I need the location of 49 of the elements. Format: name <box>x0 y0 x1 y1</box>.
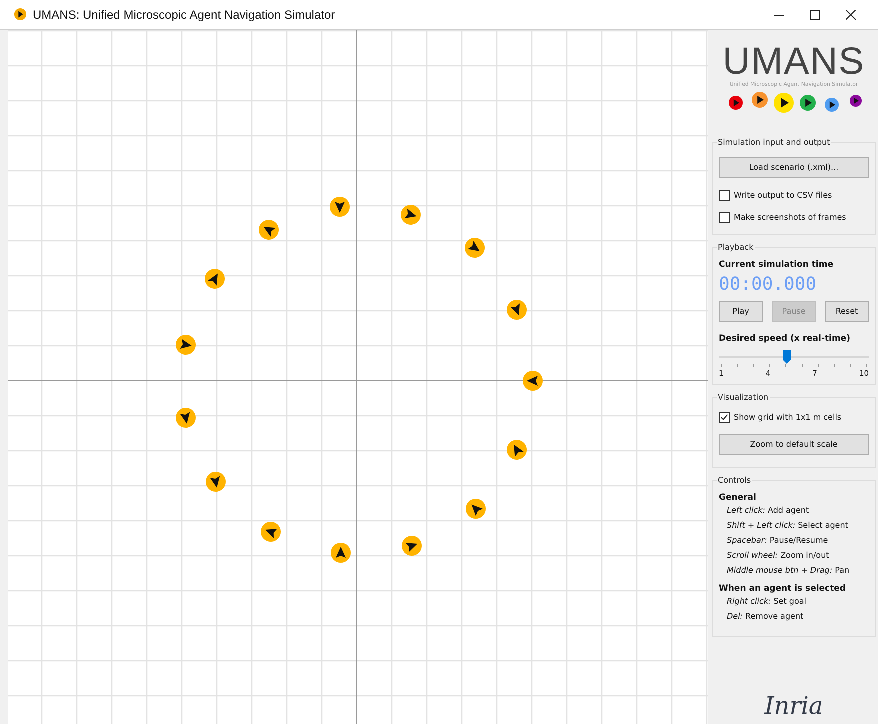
checkbox[interactable] <box>719 412 730 422</box>
agent-marker[interactable] <box>176 408 196 428</box>
maximize-icon[interactable] <box>810 10 820 20</box>
time-label: Current simulation time <box>719 260 834 270</box>
agent-marker[interactable] <box>330 197 350 217</box>
agent-marker[interactable] <box>331 543 351 563</box>
group-heading: Visualization <box>717 393 770 402</box>
logo-title: UMANS <box>722 42 866 82</box>
playback-button[interactable]: Play <box>719 301 763 322</box>
zoom-default-button[interactable]: Zoom to default scale <box>719 434 869 455</box>
speed-slider[interactable] <box>719 350 869 364</box>
checkbox-option[interactable]: Show grid with 1x1 m cells <box>719 406 869 428</box>
section-title: General <box>719 493 758 503</box>
group-heading: Controls <box>717 476 752 485</box>
shortcut-text: Scroll wheel: Zoom in/out <box>726 550 830 562</box>
window-title: UMANS: Unified Microscopic Agent Navigation Simulator <box>33 8 336 22</box>
agent-marker[interactable] <box>401 205 421 225</box>
agent-marker[interactable] <box>402 536 422 556</box>
shortcut-text: Middle mouse btn + Drag: Pan <box>726 565 851 577</box>
agent-marker[interactable] <box>507 300 527 320</box>
agent-marker[interactable] <box>259 220 279 240</box>
shortcut-text: Del: Remove agent <box>726 611 805 623</box>
shortcut-text: Spacebar: Pause/Resume <box>726 535 830 547</box>
shortcut-text: Shift + Left click: Select agent <box>726 520 850 532</box>
group-heading: Simulation input and output <box>717 138 832 147</box>
checkbox[interactable] <box>719 212 730 222</box>
shortcut-text: Right click: Set goal <box>726 596 808 608</box>
agent-marker[interactable] <box>466 499 486 519</box>
inria-logo: Inria <box>764 692 824 720</box>
agent-marker[interactable] <box>465 238 485 258</box>
speed-label: Desired speed (x real-time) <box>719 334 852 344</box>
simulation-time: 00:00.000 <box>719 274 818 295</box>
agent-marker[interactable] <box>206 472 226 492</box>
checkbox[interactable] <box>719 190 730 200</box>
shortcut-text: Left click: Add agent <box>726 505 810 517</box>
checkbox-option[interactable]: Write output to CSV files <box>719 184 869 206</box>
agent-marker[interactable] <box>176 335 196 355</box>
group-heading: Playback <box>717 243 755 252</box>
slider-thumb[interactable] <box>782 350 790 364</box>
checkbox-option[interactable]: Make screenshots of frames <box>719 206 869 228</box>
load-scenario-button[interactable]: Load scenario (.xml)... <box>719 157 869 178</box>
app-icon <box>14 8 27 21</box>
agent-marker[interactable] <box>507 440 527 460</box>
agent-marker[interactable] <box>523 371 543 391</box>
agent-marker[interactable] <box>205 269 225 289</box>
close-icon[interactable] <box>846 10 856 20</box>
playback-button[interactable]: Reset <box>825 301 869 322</box>
agent-marker[interactable] <box>261 522 281 542</box>
section-title: When an agent is selected <box>719 584 847 594</box>
